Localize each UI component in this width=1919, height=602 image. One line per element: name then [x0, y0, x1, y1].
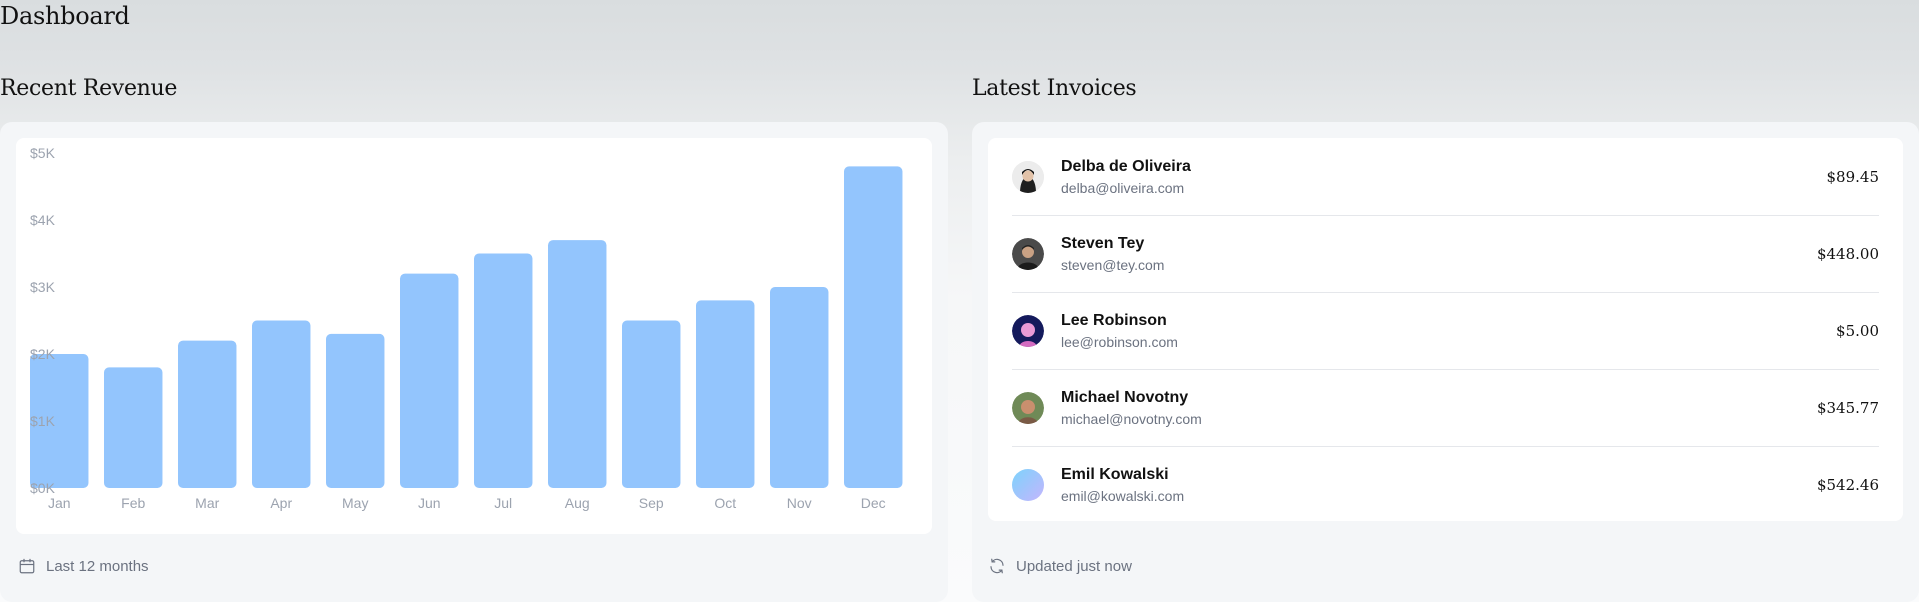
x-tick-label: Aug: [565, 495, 590, 511]
x-tick-label: May: [342, 495, 368, 511]
x-tick-label: Mar: [195, 495, 219, 511]
bar-oct: [696, 300, 755, 488]
x-tick-label: Dec: [861, 495, 886, 511]
invoice-row[interactable]: Emil Kowalski emil@kowalski.com $542.46: [1012, 446, 1879, 523]
revenue-chart-card: Jan Feb Mar Apr May Jun Jul Aug Sep Oct Nov Dec $5K $…: [16, 138, 932, 534]
y-tick-label: $4K: [30, 212, 56, 228]
invoices-list: Delba de Oliveira delba@oliveira.com $89…: [988, 138, 1903, 521]
y-tick-label: $5K: [30, 145, 56, 161]
avatar: [1012, 160, 1044, 193]
customer-name: Emil Kowalski: [1061, 465, 1169, 483]
customer-name: Lee Robinson: [1061, 311, 1167, 329]
bar-jun: [400, 273, 459, 488]
bar-jul: [474, 253, 533, 488]
invoices-footer: Updated just now: [988, 557, 1132, 575]
bar-nov: [770, 287, 829, 488]
x-tick-label: Apr: [270, 495, 292, 511]
invoice-row[interactable]: Michael Novotny michael@novotny.com $345…: [1012, 369, 1879, 446]
invoices-panel: Delba de Oliveira delba@oliveira.com $89…: [972, 122, 1919, 602]
invoice-row[interactable]: Lee Robinson lee@robinson.com $5.00: [1012, 292, 1879, 369]
revenue-panel: Jan Feb Mar Apr May Jun Jul Aug Sep Oct Nov Dec $5K $…: [0, 122, 948, 602]
y-tick-label: $1K: [30, 413, 56, 429]
invoice-amount: $542.46: [1816, 475, 1879, 494]
avatar: [1012, 468, 1044, 501]
customer-email: michael@novotny.com: [1061, 410, 1202, 427]
x-tick-label: Sep: [639, 495, 664, 511]
avatar: [1012, 314, 1044, 347]
invoice-row[interactable]: Delba de Oliveira delba@oliveira.com $89…: [1012, 138, 1879, 215]
page-title: Dashboard: [0, 2, 130, 30]
invoices-title: Latest Invoices: [972, 76, 1137, 101]
customer-email: delba@oliveira.com: [1061, 179, 1185, 196]
bar-aug: [548, 240, 607, 488]
invoice-amount: $345.77: [1816, 398, 1879, 417]
invoices-footer-label: Updated just now: [1016, 557, 1132, 575]
bar-sep: [622, 320, 681, 488]
revenue-footer-label: Last 12 months: [46, 557, 149, 575]
customer-name: Delba de Oliveira: [1061, 157, 1191, 175]
customer-email: emil@kowalski.com: [1061, 487, 1185, 504]
x-tick-label: Feb: [121, 495, 145, 511]
revenue-bar-chart: Jan Feb Mar Apr May Jun Jul Aug Sep Oct Nov Dec $5K $…: [30, 145, 903, 511]
x-tick-label: Jul: [494, 495, 512, 511]
invoice-amount: $5.00: [1836, 321, 1879, 340]
customer-email: lee@robinson.com: [1061, 333, 1178, 350]
revenue-footer: Last 12 months: [18, 557, 149, 575]
avatar: [1012, 237, 1044, 270]
y-tick-label: $2K: [30, 346, 56, 362]
bar-may: [326, 333, 385, 488]
x-tick-label: Jun: [418, 495, 441, 511]
customer-email: steven@tey.com: [1061, 256, 1165, 273]
avatar: [1012, 391, 1044, 424]
invoice-amount: $448.00: [1816, 244, 1879, 263]
invoice-amount: $89.45: [1826, 167, 1880, 186]
refresh-icon: [990, 558, 1004, 574]
y-tick-label: $0K: [30, 480, 56, 496]
calendar-icon: [19, 558, 35, 574]
invoice-row[interactable]: Steven Tey steven@tey.com $448.00: [1012, 215, 1879, 292]
bar-dec: [844, 166, 903, 488]
y-tick-label: $3K: [30, 279, 56, 295]
customer-name: Michael Novotny: [1061, 388, 1189, 406]
bar-apr: [252, 320, 311, 488]
bar-feb: [104, 367, 163, 488]
bar-mar: [178, 340, 237, 488]
x-tick-label: Oct: [714, 495, 736, 511]
customer-name: Steven Tey: [1061, 234, 1145, 252]
x-tick-label: Jan: [48, 495, 71, 511]
revenue-title: Recent Revenue: [0, 76, 178, 101]
x-tick-label: Nov: [787, 495, 812, 511]
